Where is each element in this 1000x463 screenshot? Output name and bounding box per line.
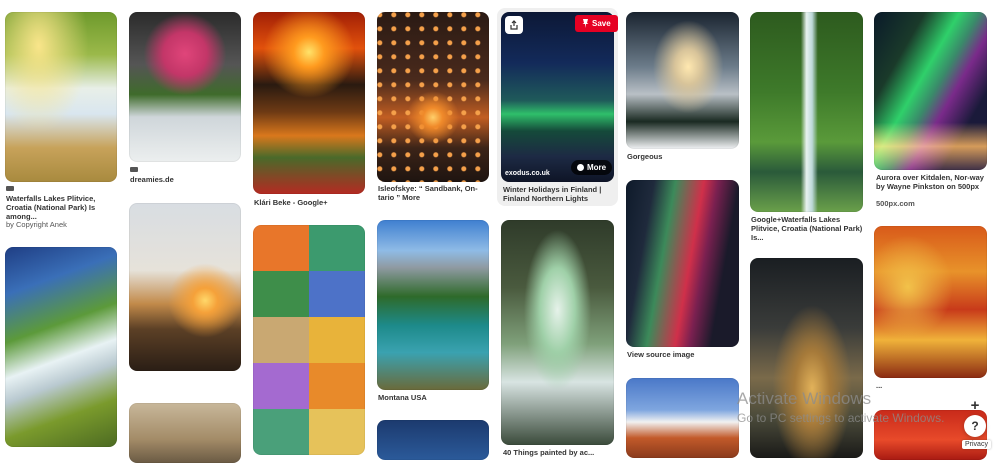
more-button[interactable]: More [571,160,613,175]
pin-icon [582,19,589,28]
plus-button[interactable]: + [965,395,985,415]
pin-image-dusk[interactable] [377,420,489,460]
pin-caption[interactable]: ... [876,381,988,390]
board-icon [130,167,138,172]
plus-icon: + [970,396,980,414]
more-dot-icon [577,164,584,171]
pin-caption[interactable]: View source image [627,350,739,359]
share-icon [510,20,518,30]
pin-image-cave[interactable] [501,220,614,445]
pin-caption[interactable]: Isleofskye: “ Sandbank, On-tario ” More [378,184,490,202]
pin-caption[interactable]: Waterfalls Lakes Plitvice, Croatia (Nati… [6,194,118,221]
pin-image-animal-icons[interactable] [253,225,365,455]
help-icon: ? [971,419,979,433]
pin-image-aurora-kitdalen[interactable] [874,12,987,170]
pin-caption[interactable]: 40 Things painted by ac... [503,448,615,457]
pin-caption[interactable]: dreamies.de [130,175,242,184]
activate-windows-title: Activate Windows [737,389,872,408]
pin-image-montana[interactable] [377,220,489,390]
pin-image-geysers[interactable] [626,378,739,458]
pin-caption[interactable]: Aurora over Kitdalen, Nor-way by Wayne P… [876,173,988,191]
pin-image-winter-holidays[interactable] [501,12,614,182]
pin-image-waterfalls-plitvice[interactable] [5,12,117,182]
pin-source: exodus.co.uk [505,170,550,177]
pin-image-gorgeous[interactable] [626,12,739,149]
pin-credit: by Copyright Anek [6,220,67,229]
activate-windows-subtitle: Go to PC settings to activate Windows. [737,411,945,425]
pin-credit: 500px.com [876,199,915,208]
save-button[interactable]: Save [575,15,618,32]
help-button[interactable]: ? [964,415,986,437]
pin-image-lanterns[interactable] [377,12,489,182]
pin-image-view-source[interactable] [626,180,739,347]
more-label: More [587,163,607,172]
board-icon [6,186,14,191]
pin-caption[interactable]: Gorgeous [627,152,739,161]
pin-image-eagle[interactable] [129,403,241,463]
pin-caption[interactable]: Google+Waterfalls Lakes Plitvice, Croati… [751,215,863,242]
privacy-link[interactable]: Privacy [962,440,991,449]
pin-image-dreamies[interactable] [129,12,241,162]
pin-image-autumn[interactable] [874,226,987,378]
pin-caption[interactable]: Montana USA [378,393,490,402]
pin-caption[interactable]: Winter Holidays in Finland | Finland Nor… [503,185,615,203]
pin-caption[interactable]: Klári Beke - Google+ [254,198,366,207]
pin-image-klari-beke[interactable] [253,12,365,194]
pin-image-sunset-hills[interactable] [129,203,241,371]
pin-image-google-waterfalls[interactable] [750,12,863,212]
save-label: Save [592,19,611,28]
pin-image-lake-tree[interactable] [750,258,863,458]
share-button[interactable] [505,16,523,34]
pin-image-waterfall-forest[interactable] [5,247,117,447]
